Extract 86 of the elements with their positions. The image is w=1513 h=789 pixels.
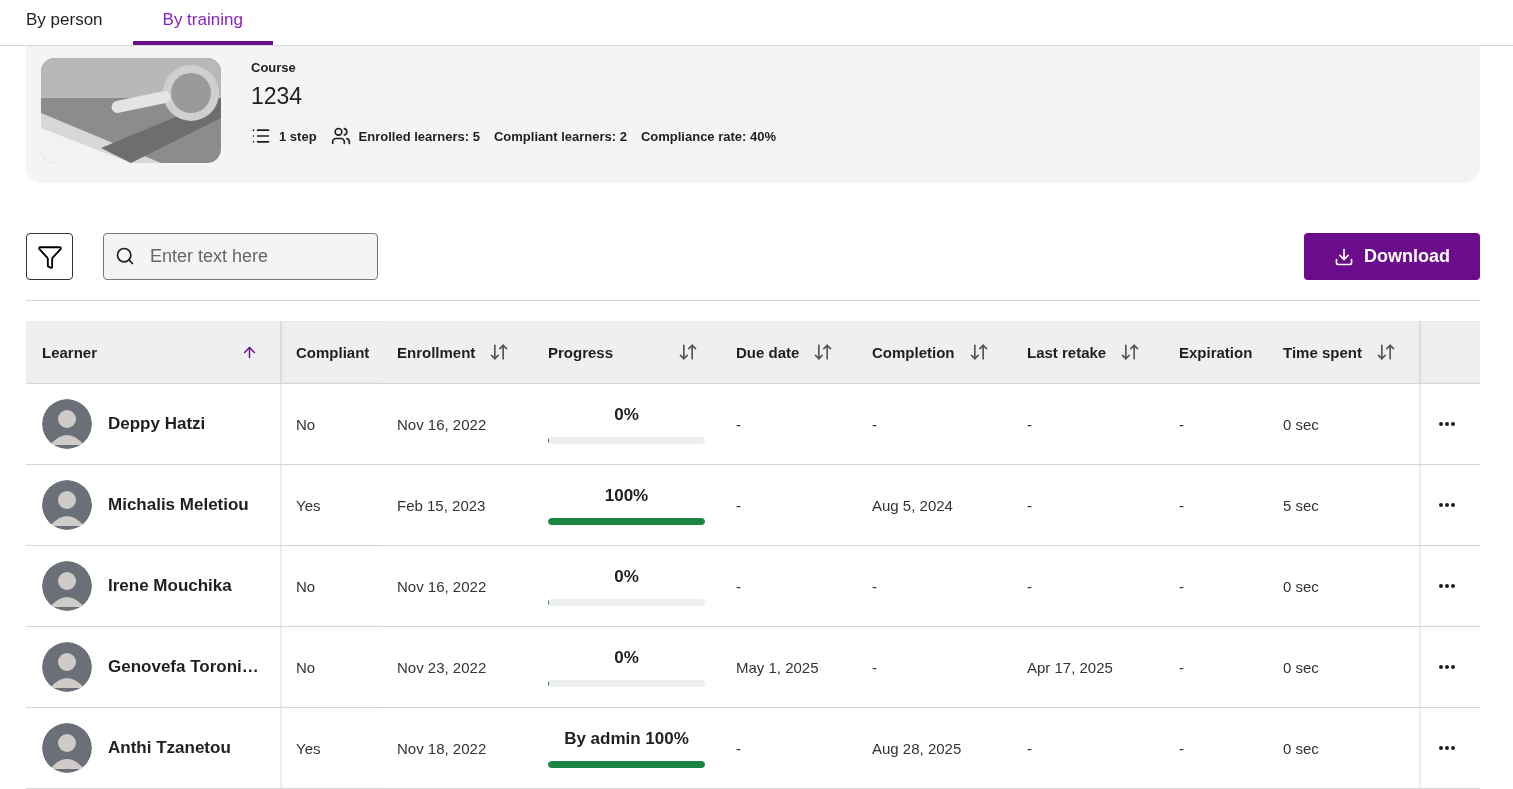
download-button[interactable]: Download xyxy=(1304,233,1480,280)
table-cell: - xyxy=(736,739,741,757)
column-header: Progress xyxy=(548,343,614,361)
download-icon xyxy=(1334,246,1354,267)
table-cell: - xyxy=(1179,415,1184,433)
table-cell: Feb 15, 2023 xyxy=(397,496,486,514)
tab[interactable]: By training xyxy=(132,0,273,45)
table-cell: - xyxy=(736,496,741,514)
table-cell: Yes xyxy=(296,739,321,757)
enrolled-count: Enrolled learners: 5 xyxy=(358,128,480,144)
more-icon xyxy=(1439,503,1455,507)
progress-text: 0% xyxy=(614,404,639,425)
sort-icon[interactable] xyxy=(968,342,989,362)
table-cell: - xyxy=(872,415,877,433)
table-cell: 0 sec xyxy=(1283,658,1319,676)
sort-icon[interactable] xyxy=(678,342,698,362)
more-icon xyxy=(1439,584,1455,588)
progress-text: By admin 100% xyxy=(564,728,689,749)
table-cell: Nov 18, 2022 xyxy=(397,739,487,757)
course-title: 1234 xyxy=(251,83,304,110)
course-label: Course xyxy=(251,60,297,75)
compliant-count: Compliant learners: 2 xyxy=(493,128,627,144)
table-cell: - xyxy=(1027,496,1032,514)
sort-icon[interactable] xyxy=(1120,342,1141,362)
avatar xyxy=(42,399,92,449)
table-cell: May 1, 2025 xyxy=(736,658,819,676)
progress-text: 0% xyxy=(614,566,639,587)
table-cell: - xyxy=(872,577,877,595)
list-icon xyxy=(251,126,271,146)
table-cell: - xyxy=(1179,739,1184,757)
tab[interactable]: By person xyxy=(26,0,133,45)
table-cell: Nov 16, 2022 xyxy=(397,415,487,433)
table-cell: Yes xyxy=(296,496,321,514)
progress-text: 100% xyxy=(604,485,649,506)
table-cell: - xyxy=(872,658,877,676)
table-cell: - xyxy=(736,415,741,433)
table-cell: 0 sec xyxy=(1283,577,1319,595)
learner-name[interactable]: Anthi Tzanetou xyxy=(108,738,231,758)
avatar xyxy=(42,561,92,611)
table-cell: Apr 17, 2025 xyxy=(1027,658,1113,676)
learner-name[interactable]: Genovefa Toroni… xyxy=(108,657,259,677)
avatar xyxy=(42,642,92,692)
table-cell: 0 sec xyxy=(1283,739,1319,757)
table-cell: Nov 16, 2022 xyxy=(397,577,487,595)
table-cell: - xyxy=(1179,577,1184,595)
learner-name[interactable]: Irene Mouchika xyxy=(108,576,232,596)
users-icon xyxy=(330,126,351,146)
table-cell: 0 sec xyxy=(1283,415,1319,433)
table-cell: No xyxy=(296,415,316,433)
more-icon xyxy=(1439,665,1455,669)
search-field[interactable]: Enter text here xyxy=(103,233,378,280)
table-cell: Aug 5, 2024 xyxy=(872,496,953,514)
sort-icon[interactable] xyxy=(813,342,834,362)
sort-icon[interactable] xyxy=(1375,342,1396,362)
more-icon xyxy=(1439,422,1455,426)
column-header: Compliant xyxy=(296,343,370,361)
column-header: Time spent xyxy=(1283,343,1362,361)
column-header: Last retake xyxy=(1027,343,1107,361)
learner-name[interactable]: Deppy Hatzi xyxy=(108,414,206,434)
table-cell: - xyxy=(1179,496,1184,514)
more-icon xyxy=(1439,746,1455,750)
table-cell: Aug 28, 2025 xyxy=(872,739,962,757)
progress-text: 0% xyxy=(614,647,639,668)
table-cell: - xyxy=(1027,739,1032,757)
column-header: Expiration xyxy=(1179,343,1253,361)
column-header: Completion xyxy=(872,343,955,361)
avatar xyxy=(42,723,92,773)
column-header: Enrollment xyxy=(397,343,476,361)
table-cell: - xyxy=(736,577,741,595)
column-header: Learner xyxy=(42,343,98,361)
steps-count: 1 step xyxy=(279,128,317,144)
learner-name[interactable]: Michalis Meletiou xyxy=(108,495,249,515)
avatar xyxy=(42,480,92,530)
compliance-rate: Compliance rate: 40% xyxy=(640,128,776,144)
table-cell: - xyxy=(1179,658,1184,676)
column-header: Due date xyxy=(736,343,800,361)
table-cell: - xyxy=(1027,577,1032,595)
table-cell: Nov 23, 2022 xyxy=(397,658,487,676)
table-cell: 5 sec xyxy=(1283,496,1319,514)
sort-icon[interactable] xyxy=(489,342,510,362)
filter-button[interactable] xyxy=(26,233,73,280)
search-icon xyxy=(115,246,135,266)
table-cell: No xyxy=(296,577,316,595)
table-cell: No xyxy=(296,658,316,676)
filter-icon xyxy=(36,243,63,270)
table-cell: - xyxy=(1027,415,1032,433)
